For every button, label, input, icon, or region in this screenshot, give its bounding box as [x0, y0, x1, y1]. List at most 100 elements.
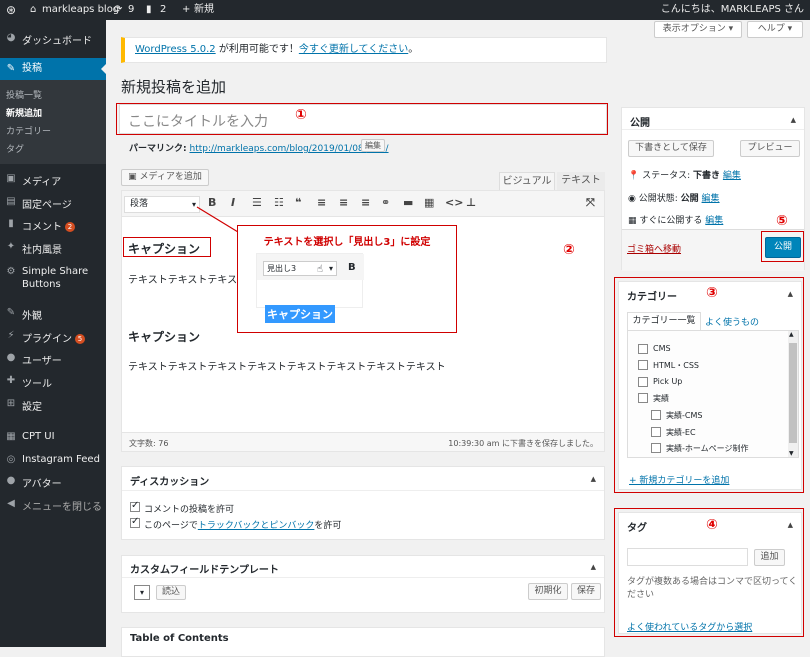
permalink-url[interactable]: http://markleaps.com/blog/2019/01/08/150…: [189, 144, 388, 154]
screen-options-button[interactable]: 表示オプション ▾: [654, 21, 742, 38]
current-arrow: [101, 64, 106, 74]
wordpress-logo-icon[interactable]: ⊛: [6, 0, 16, 20]
initialize-button[interactable]: 初期化: [528, 583, 568, 600]
category-label: HTML・CSS: [653, 361, 700, 370]
tag-hint: タグが複数ある場合はコンマで区切ってください: [627, 577, 798, 600]
media-icon: ▣: [6, 173, 16, 184]
save-button[interactable]: 保存: [571, 583, 601, 600]
dashboard-icon: ◕: [6, 32, 16, 43]
menu-posts[interactable]: ✎ 投稿: [0, 58, 106, 80]
load-button[interactable]: 読込: [156, 585, 186, 600]
category-checkbox[interactable]: [651, 443, 661, 453]
template-select[interactable]: ▾: [134, 585, 150, 600]
notice-version-link[interactable]: WordPress 5.0.2: [135, 44, 216, 55]
category-checkbox[interactable]: [651, 410, 661, 420]
tab-visual[interactable]: ビジュアル: [499, 172, 555, 190]
discussion-header[interactable]: ディスカッション ▲: [122, 467, 604, 491]
toggle-arrow-icon[interactable]: ▲: [788, 290, 793, 298]
publish-header[interactable]: 公開 ▲: [622, 108, 804, 130]
avatar-icon: ●: [6, 475, 16, 486]
align-left-icon[interactable]: ≡: [317, 196, 326, 209]
category-checkbox[interactable]: [651, 427, 661, 437]
tag-input[interactable]: [627, 548, 748, 566]
permalink-edit-button[interactable]: 編集: [361, 139, 385, 152]
category-checkbox[interactable]: [638, 377, 648, 387]
content-heading-2[interactable]: キャプション: [128, 328, 200, 345]
updates-count: 9: [128, 4, 135, 15]
updates-icon[interactable]: ⟳: [114, 0, 122, 20]
tab-popular-categories[interactable]: よく使うもの: [705, 315, 759, 328]
custom-field-header[interactable]: カスタムフィールドテンプレート ▲: [122, 556, 604, 578]
comments-icon[interactable]: ▮: [146, 0, 152, 20]
editor-footer: 文字数: 76 10:39:30 am に下書きを保存しました。: [121, 432, 605, 452]
visibility-edit-link[interactable]: 編集: [702, 194, 720, 204]
eye-icon: ◉: [628, 194, 636, 204]
save-draft-button[interactable]: 下書きとして保存: [628, 140, 714, 157]
category-checkbox[interactable]: [638, 393, 648, 403]
new-menu[interactable]: 新規: [194, 0, 214, 20]
comments-count: 2: [160, 4, 167, 15]
pingback-link[interactable]: トラックバックとピンバック: [198, 521, 315, 531]
popular-tags-link[interactable]: よく使われているタグから選択: [627, 620, 752, 633]
category-list: CMS HTML・CSS Pick Up 実績 実績-CMS 実績-EC 実績-…: [627, 330, 799, 458]
bullet-list-icon[interactable]: ☰: [252, 196, 262, 209]
notice-update-link[interactable]: 今すぐ更新してください: [299, 44, 408, 55]
add-tag-button[interactable]: 追加: [754, 549, 785, 566]
toc-title[interactable]: Table of Contents: [130, 633, 229, 644]
allow-comments-checkbox[interactable]: ✓: [130, 500, 140, 512]
category-label: 実績-ホームページ制作: [666, 444, 749, 453]
allow-pingbacks-checkbox[interactable]: ✓: [130, 516, 140, 528]
publish-button[interactable]: 公開: [765, 237, 801, 258]
tab-all-categories[interactable]: カテゴリー一覧: [627, 312, 701, 330]
tool-icon: ✚: [6, 375, 16, 386]
plugins-badge: 5: [75, 334, 85, 344]
help-button[interactable]: ヘルプ ▾: [747, 21, 803, 38]
submenu-add-new[interactable]: 新規追加: [6, 106, 42, 119]
home-icon: ⌂: [30, 4, 37, 15]
site-name-link[interactable]: markleaps blog: [42, 0, 119, 20]
add-media-button[interactable]: ▣ メディアを追加: [121, 169, 209, 186]
format-select[interactable]: 段落 ▾: [124, 196, 200, 213]
cursor-hand-icon: ☝: [316, 264, 323, 275]
status-edit-link[interactable]: 編集: [723, 171, 741, 181]
toggle-arrow-icon[interactable]: ▲: [788, 521, 793, 529]
scroll-up-icon[interactable]: ▲: [789, 331, 794, 338]
insert-icon[interactable]: ⊥: [466, 196, 476, 209]
quote-icon[interactable]: ❝: [295, 196, 301, 209]
add-category-link[interactable]: + 新規カテゴリーを追加: [629, 473, 729, 486]
align-right-icon[interactable]: ≡: [361, 196, 370, 209]
scroll-down-icon[interactable]: ▼: [789, 450, 794, 457]
toggle-arrow-icon[interactable]: ▲: [591, 563, 596, 571]
content-heading-1[interactable]: キャプション: [128, 240, 200, 257]
toggle-arrow-icon[interactable]: ▲: [791, 116, 796, 124]
schedule-edit-link[interactable]: 編集: [705, 216, 723, 226]
admin-bar: ⊛ ⌂ markleaps blog ⟳ 9 ▮ 2 + 新規 こんにちは、MA…: [0, 0, 810, 20]
category-checkbox[interactable]: [638, 344, 648, 354]
submenu-categories[interactable]: カテゴリー: [6, 124, 51, 137]
scenery-icon: ✦: [6, 241, 16, 252]
align-center-icon[interactable]: ≡: [339, 196, 348, 209]
category-checkbox[interactable]: [638, 360, 648, 370]
code-icon[interactable]: <>: [445, 196, 463, 209]
link-icon[interactable]: ⚭: [381, 196, 390, 209]
toolbar-toggle-icon[interactable]: ▦: [424, 196, 434, 209]
scroll-thumb[interactable]: [789, 343, 797, 443]
more-tag-icon[interactable]: ▬: [403, 196, 413, 209]
fullscreen-icon[interactable]: ⤧: [586, 196, 595, 210]
tab-text[interactable]: テキスト: [557, 172, 605, 190]
allow-pingbacks-label: このページでトラックバックとピンバックを許可: [144, 521, 342, 531]
submenu-all-posts[interactable]: 投稿一覧: [6, 88, 42, 101]
toggle-arrow-icon[interactable]: ▲: [591, 475, 596, 483]
greeting[interactable]: こんにちは、MARKLEAPS さん: [661, 0, 804, 20]
update-notice: WordPress 5.0.2 が利用可能です！今すぐ更新してください。: [121, 37, 607, 63]
callout-title: テキストを選択し「見出し3」に設定: [263, 237, 431, 248]
submenu-tags[interactable]: タグ: [6, 142, 24, 155]
category-scrollbar[interactable]: ▲ ▼: [788, 331, 798, 457]
content-paragraph-2[interactable]: テキストテキストテキストテキストテキストテキストテキストテキスト: [128, 358, 446, 373]
preview-button[interactable]: プレビュー: [740, 140, 800, 157]
numbered-list-icon[interactable]: ☷: [274, 196, 284, 209]
annotation-4: ④: [706, 517, 718, 533]
trash-link[interactable]: ゴミ箱へ移動: [627, 242, 681, 255]
annotation-5: ⑤: [776, 213, 788, 229]
chevron-down-icon: ▾: [328, 264, 333, 273]
